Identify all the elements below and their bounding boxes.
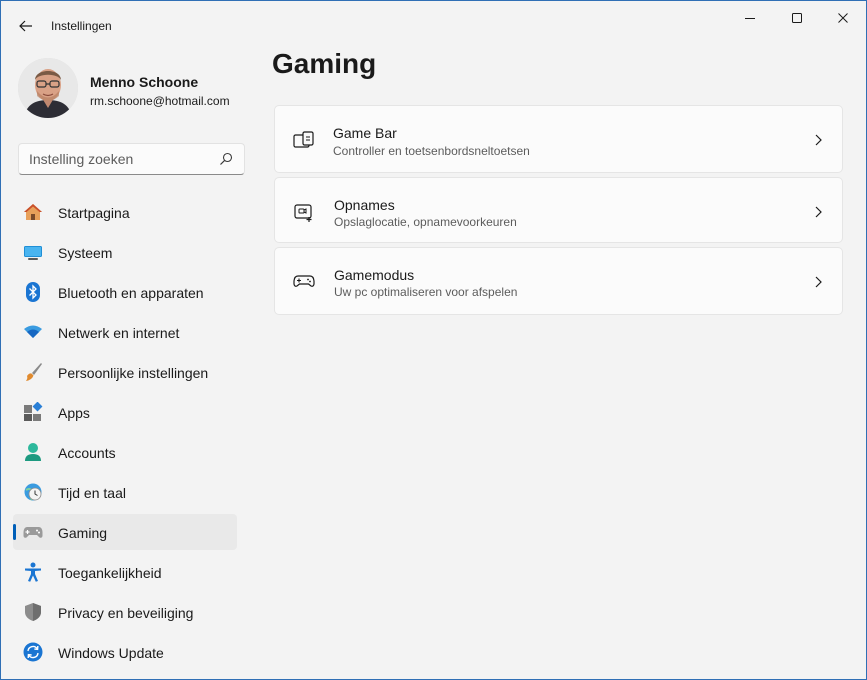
- sidebar-item-persoonlijk[interactable]: Persoonlijke instellingen: [13, 354, 237, 390]
- search-input[interactable]: [19, 144, 214, 174]
- sidebar-item-label: Startpagina: [58, 205, 130, 221]
- page-title: Gaming: [272, 48, 377, 79]
- sidebar-item-label: Netwerk en internet: [58, 325, 180, 341]
- back-button[interactable]: [13, 13, 39, 39]
- opnames-card[interactable]: Opnames Opslaglocatie, opnamevoorkeuren: [274, 177, 843, 243]
- bluetooth-icon: [23, 282, 43, 302]
- accessibility-icon: [23, 562, 43, 582]
- maximize-icon: [792, 13, 802, 23]
- home-icon: [23, 202, 43, 222]
- sidebar-item-startpagina[interactable]: Startpagina: [13, 194, 237, 230]
- sidebar-item-systeem[interactable]: Systeem: [13, 234, 237, 270]
- card-subtitle: Opslaglocatie, opnamevoorkeuren: [334, 215, 517, 229]
- sidebar-item-label: Toegankelijkheid: [58, 565, 162, 581]
- game-bar-card[interactable]: Game Bar Controller en toetsenbordsnelto…: [274, 105, 843, 173]
- sidebar-item-label: Bluetooth en apparaten: [58, 285, 204, 301]
- minimize-button[interactable]: [727, 1, 773, 35]
- wifi-icon: [23, 322, 43, 342]
- sidebar-item-privacy[interactable]: Privacy en beveiliging: [13, 594, 237, 630]
- apps-icon: [23, 401, 43, 422]
- sidebar-item-netwerk[interactable]: Netwerk en internet: [13, 314, 237, 350]
- user-email: rm.schoone@hotmail.com: [90, 94, 230, 108]
- sidebar-item-label: Accounts: [58, 445, 116, 461]
- close-button[interactable]: [820, 1, 866, 35]
- minimize-icon: [745, 18, 755, 19]
- sidebar-item-tijd-taal[interactable]: Tijd en taal: [13, 474, 237, 510]
- game-mode-icon: [293, 270, 315, 292]
- search-icon[interactable]: [218, 151, 234, 167]
- title-bar: Instellingen: [1, 1, 866, 49]
- capture-icon: [293, 201, 315, 223]
- sidebar-item-label: Windows Update: [58, 645, 164, 661]
- sidebar-item-label: Systeem: [58, 245, 113, 261]
- gamemodus-card[interactable]: Gamemodus Uw pc optimaliseren voor afspe…: [274, 247, 843, 315]
- chevron-right-icon: [812, 205, 824, 219]
- card-title: Game Bar: [333, 125, 397, 141]
- sidebar-nav: Startpagina Systeem Bluetooth en apparat…: [13, 194, 237, 674]
- globe-clock-icon: [23, 482, 43, 502]
- card-title: Gamemodus: [334, 267, 415, 283]
- sidebar-item-gaming[interactable]: Gaming: [13, 514, 237, 550]
- shield-icon: [23, 602, 43, 622]
- sidebar-item-windows-update[interactable]: Windows Update: [13, 634, 237, 670]
- user-name: Menno Schoone: [90, 74, 199, 90]
- accounts-icon: [23, 442, 43, 462]
- chevron-right-icon: [812, 133, 824, 147]
- sidebar-item-label: Tijd en taal: [58, 485, 126, 501]
- card-subtitle: Uw pc optimaliseren voor afspelen: [334, 285, 518, 299]
- card-title: Opnames: [334, 197, 395, 213]
- sidebar-item-label: Persoonlijke instellingen: [58, 365, 209, 381]
- sidebar-item-toegankelijkheid[interactable]: Toegankelijkheid: [13, 554, 237, 590]
- maximize-button[interactable]: [774, 1, 820, 35]
- settings-window: Instellingen Menno Schoone rm.schoone@ho…: [0, 0, 867, 680]
- avatar[interactable]: [18, 58, 78, 118]
- card-subtitle: Controller en toetsenbordsneltoetsen: [333, 144, 530, 158]
- arrow-left-icon: [19, 20, 32, 32]
- system-icon: [23, 242, 43, 262]
- game-bar-icon: [293, 129, 315, 151]
- sidebar-item-label: Apps: [58, 405, 90, 421]
- gamepad-icon: [23, 522, 43, 542]
- update-icon: [23, 642, 43, 662]
- app-title: Instellingen: [51, 19, 112, 33]
- sidebar-item-apps[interactable]: Apps: [13, 394, 237, 430]
- active-indicator: [13, 524, 16, 540]
- sidebar-item-label: Privacy en beveiliging: [58, 605, 194, 621]
- search-box[interactable]: [18, 143, 245, 175]
- sidebar-item-bluetooth[interactable]: Bluetooth en apparaten: [13, 274, 237, 310]
- user-photo-icon: [18, 58, 78, 118]
- brush-icon: [23, 362, 43, 382]
- sidebar-item-label: Gaming: [58, 525, 108, 541]
- close-icon: [838, 13, 848, 23]
- chevron-right-icon: [812, 275, 824, 289]
- sidebar-item-accounts[interactable]: Accounts: [13, 434, 237, 470]
